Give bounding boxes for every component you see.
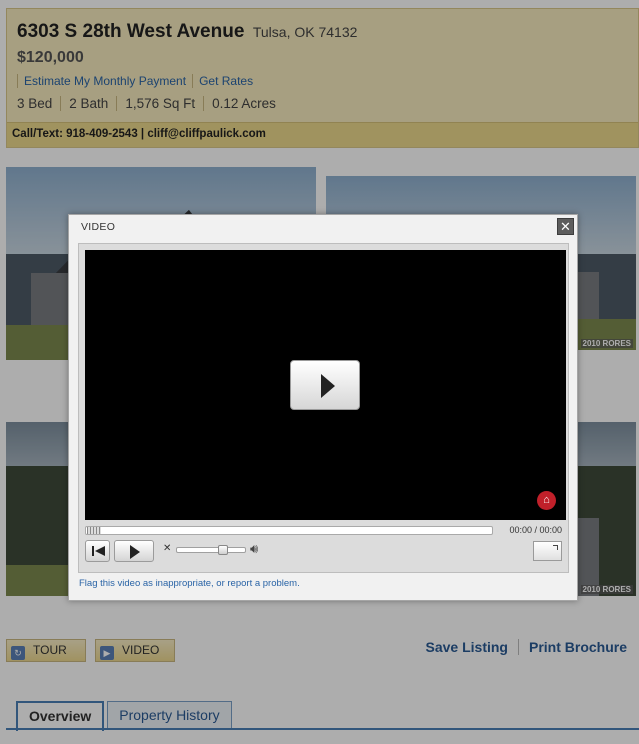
report-problem-link[interactable]: Flag this video as inappropriate, or rep… (79, 578, 300, 589)
home-icon[interactable]: ⌂ (537, 491, 556, 510)
modal-title: VIDEO (81, 221, 116, 233)
video-screen[interactable]: ⌂ (85, 250, 566, 520)
volume-handle[interactable] (218, 545, 228, 555)
video-modal: VIDEO ✕ ⌂ 00:00 / 00:00 ✕ 🔊︎ Flag this v… (68, 214, 578, 601)
progress-handle[interactable] (87, 527, 101, 534)
rewind-icon[interactable] (85, 540, 110, 562)
progress-bar[interactable] (85, 526, 493, 535)
mute-icon[interactable]: ✕ (163, 543, 171, 554)
fullscreen-icon[interactable] (533, 541, 562, 561)
close-icon[interactable]: ✕ (557, 218, 574, 235)
volume-slider[interactable] (176, 545, 246, 555)
video-player: ⌂ 00:00 / 00:00 ✕ 🔊︎ (78, 243, 569, 573)
play-icon[interactable] (290, 360, 360, 410)
time-display: 00:00 / 00:00 (509, 525, 562, 535)
speaker-icon[interactable]: 🔊︎ (250, 542, 258, 556)
play-button[interactable] (114, 540, 154, 562)
